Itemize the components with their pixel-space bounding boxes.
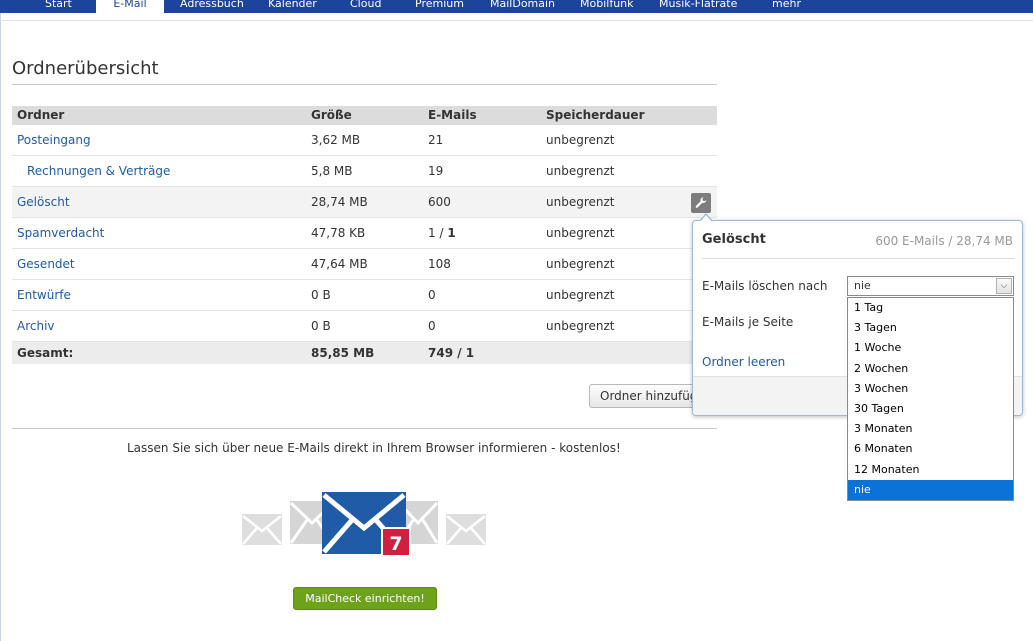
folder-size: 3,62 MB <box>311 133 361 147</box>
per-page-label: E-Mails je Seite <box>702 315 794 329</box>
delete-after-dropdown: 1 Tag 3 Tagen 1 Woche 2 Wochen 3 Wochen … <box>847 297 1014 501</box>
option-12-monaten[interactable]: 12 Monaten <box>848 460 1013 480</box>
folder-retention: unbegrenzt <box>546 226 615 240</box>
folder-size: 47,78 KB <box>311 226 366 240</box>
tab-musik-flatrate[interactable]: Musik-Flatrate <box>659 0 737 13</box>
mailcheck-setup-button[interactable]: MailCheck einrichten! <box>293 587 437 610</box>
add-folder-button[interactable]: Ordner hinzufügen <box>589 384 709 408</box>
option-1-woche[interactable]: 1 Woche <box>848 338 1013 358</box>
header-mails: E-Mails <box>428 108 477 122</box>
notification-badge: 7 <box>381 527 411 557</box>
option-3-wochen[interactable]: 3 Wochen <box>848 379 1013 399</box>
tab-start[interactable]: Start <box>45 0 72 13</box>
folder-table: Ordner Größe E-Mails Speicherdauer Poste… <box>12 106 717 364</box>
folder-link-gesendet[interactable]: Gesendet <box>17 249 75 280</box>
option-2-wochen[interactable]: 2 Wochen <box>848 359 1013 379</box>
select-value: nie <box>854 279 871 292</box>
folder-size: 5,8 MB <box>311 164 353 178</box>
section-divider <box>12 428 717 429</box>
tab-cloud[interactable]: Cloud <box>350 0 381 13</box>
delete-after-select[interactable]: nie ⌵ <box>847 276 1014 296</box>
page-title: Ordnerübersicht <box>12 58 159 79</box>
tab-kalender[interactable]: Kalender <box>268 0 317 13</box>
folder-retention: unbegrenzt <box>546 288 615 302</box>
table-row: Archiv 0 B 0 unbegrenzt <box>12 311 717 342</box>
table-header: Ordner Größe E-Mails Speicherdauer <box>12 106 717 125</box>
badge-count: 7 <box>389 533 403 555</box>
table-row: Gesendet 47,64 MB 108 unbegrenzt <box>12 249 717 280</box>
folder-mail-count: 1 / 1 <box>428 218 456 249</box>
mail-total: 1 / <box>428 226 448 240</box>
empty-folder-link[interactable]: Ordner leeren <box>702 355 785 369</box>
folder-size: 0 B <box>311 288 331 302</box>
folder-retention: unbegrenzt <box>546 164 615 178</box>
folder-retention: unbegrenzt <box>546 319 615 333</box>
top-divider <box>0 20 1033 21</box>
popover-title: Gelöscht <box>702 232 766 247</box>
folder-link-entwuerfe[interactable]: Entwürfe <box>17 280 71 311</box>
folder-mail-count: 0 <box>428 288 436 302</box>
promo-text: Lassen Sie sich über neue E-Mails direkt… <box>127 441 621 455</box>
popover-arrow-inner <box>700 215 712 222</box>
table-row: Rechnungen & Verträge 5,8 MB 19 unbegren… <box>12 156 717 187</box>
table-row: Entwürfe 0 B 0 unbegrenzt <box>12 280 717 311</box>
mail-unread: 1 <box>447 226 456 240</box>
folder-link-geloescht[interactable]: Gelöscht <box>17 187 70 218</box>
total-label: Gesamt: <box>17 346 74 360</box>
header-retention: Speicherdauer <box>546 108 645 122</box>
popover-meta: 600 E-Mails / 28,74 MB <box>875 234 1013 248</box>
folder-retention: unbegrenzt <box>546 257 615 271</box>
folder-link-spamverdacht[interactable]: Spamverdacht <box>17 218 104 249</box>
tab-premium[interactable]: Premium <box>415 0 464 13</box>
table-total-row: Gesamt: 85,85 MB 749 / 1 <box>12 342 717 364</box>
tab-maildomain[interactable]: MailDomain <box>490 0 555 13</box>
wrench-glyph <box>695 197 707 208</box>
total-size: 85,85 MB <box>311 346 375 360</box>
small-envelope-icon <box>446 514 486 545</box>
option-30-tagen[interactable]: 30 Tagen <box>848 399 1013 419</box>
option-3-monaten[interactable]: 3 Monaten <box>848 419 1013 439</box>
folder-link-rechnungen[interactable]: Rechnungen & Verträge <box>27 156 170 187</box>
folder-size: 47,64 MB <box>311 257 368 271</box>
header-folder: Ordner <box>17 108 65 122</box>
option-nie[interactable]: nie <box>848 479 1013 500</box>
folder-link-posteingang[interactable]: Posteingang <box>17 125 91 156</box>
small-envelope-icon <box>242 514 282 545</box>
folder-mail-count: 21 <box>428 133 444 147</box>
folder-mail-count: 0 <box>428 319 436 333</box>
tab-mehr[interactable]: mehr <box>772 0 801 13</box>
option-6-monaten[interactable]: 6 Monaten <box>848 439 1013 459</box>
tab-adressbuch[interactable]: Adressbuch <box>180 0 244 13</box>
title-divider <box>12 84 717 85</box>
chevron-down-icon[interactable]: ⌵ <box>996 278 1012 294</box>
popover-divider <box>702 258 1015 259</box>
total-mails: 749 / 1 <box>428 346 475 360</box>
left-border <box>0 13 1 641</box>
delete-after-label: E-Mails löschen nach <box>702 279 828 293</box>
tab-email[interactable]: E-Mail <box>96 0 164 13</box>
folder-link-archiv[interactable]: Archiv <box>17 311 55 342</box>
folder-mail-count: 600 <box>428 195 451 209</box>
folder-size: 28,74 MB <box>311 195 368 209</box>
table-row: Spamverdacht 47,78 KB 1 / 1 unbegrenzt <box>12 218 717 249</box>
header-size: Größe <box>311 108 352 122</box>
option-1-tag[interactable]: 1 Tag <box>848 298 1013 318</box>
table-row: Gelöscht 28,74 MB 600 unbegrenzt <box>12 187 717 218</box>
option-3-tagen[interactable]: 3 Tagen <box>848 318 1013 338</box>
folder-mail-count: 108 <box>428 257 451 271</box>
folder-retention: unbegrenzt <box>546 133 615 147</box>
wrench-icon[interactable] <box>691 193 711 213</box>
top-navigation: Start E-Mail Adressbuch Kalender Cloud P… <box>0 0 1033 13</box>
folder-size: 0 B <box>311 319 331 333</box>
folder-mail-count: 19 <box>428 164 444 178</box>
folder-retention: unbegrenzt <box>546 195 615 209</box>
table-row: Posteingang 3,62 MB 21 unbegrenzt <box>12 125 717 156</box>
tab-mobilfunk[interactable]: Mobilfunk <box>580 0 634 13</box>
